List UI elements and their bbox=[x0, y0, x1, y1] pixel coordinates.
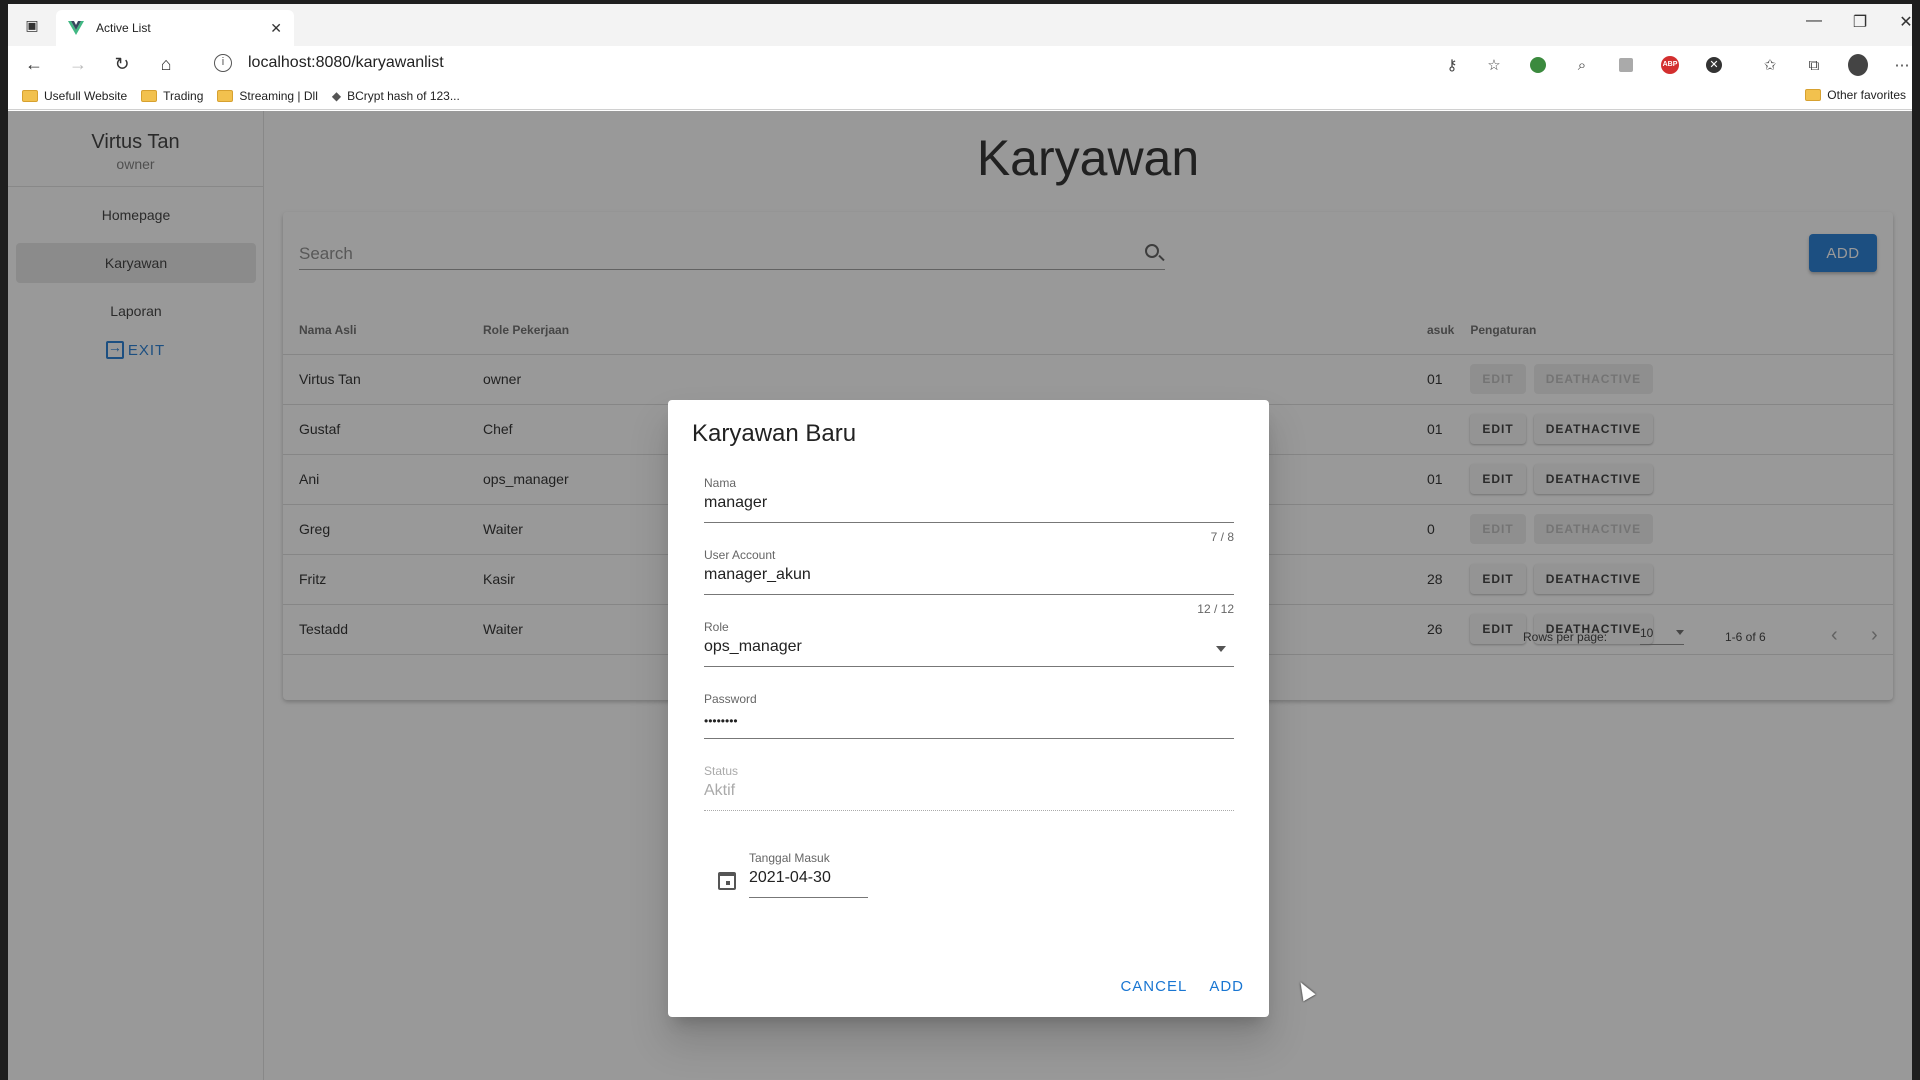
bookmark-trading[interactable]: Trading bbox=[141, 89, 203, 103]
tanggal-masuk-value: 2021-04-30 bbox=[749, 869, 831, 886]
cancel-button[interactable]: CANCEL bbox=[1109, 970, 1198, 1003]
home-icon[interactable]: ⌂ bbox=[148, 49, 184, 79]
tab-actions-icon[interactable]: ▣ bbox=[22, 15, 42, 35]
forward-icon[interactable]: → bbox=[60, 49, 96, 79]
bookmark-bcrypt[interactable]: ◆ BCrypt hash of 123... bbox=[332, 89, 460, 103]
nama-counter: 7 / 8 bbox=[1210, 530, 1234, 544]
address-bar[interactable]: localhost:8080/karyawanlist bbox=[248, 54, 444, 72]
minimize-icon[interactable]: — bbox=[1794, 12, 1834, 30]
window-close-icon[interactable]: ✕ bbox=[1886, 12, 1912, 32]
tanggal-masuk-field[interactable]: Tanggal Masuk 2021-04-30 bbox=[749, 851, 868, 898]
favorites-icon[interactable]: ✩ bbox=[1760, 55, 1780, 75]
password-label: Password bbox=[704, 692, 757, 706]
bird-icon: ◆ bbox=[331, 88, 342, 103]
password-value: •••••••• bbox=[704, 714, 738, 728]
app-root: Virtus Tan owner Homepage Karyawan Lapor… bbox=[8, 111, 1912, 1080]
add-favorite-icon[interactable]: ☆ bbox=[1484, 55, 1504, 75]
other-favorites[interactable]: Other favorites bbox=[1805, 88, 1906, 102]
collections-icon[interactable]: ⧉ bbox=[1804, 55, 1824, 75]
bookmark-usefull-website[interactable]: Usefull Website bbox=[22, 89, 127, 103]
more-menu-icon[interactable]: ⋯ bbox=[1892, 55, 1912, 75]
user-account-counter: 12 / 12 bbox=[1197, 602, 1234, 616]
field-underline bbox=[749, 897, 868, 898]
restore-icon[interactable]: ❐ bbox=[1840, 12, 1880, 32]
dialog-title: Karyawan Baru bbox=[692, 420, 857, 447]
adblock-icon[interactable]: ABP bbox=[1660, 55, 1680, 75]
status-label: Status bbox=[704, 764, 739, 778]
user-account-value: manager_akun bbox=[704, 566, 811, 583]
browser-toolbar: ← → ↻ ⌂ i localhost:8080/karyawanlist ⚷ … bbox=[8, 46, 1912, 82]
folder-icon bbox=[141, 89, 158, 102]
extension-globe-icon[interactable] bbox=[1528, 55, 1548, 75]
bookmarks-bar: Usefull Website Trading Streaming | Dll … bbox=[8, 82, 1912, 110]
key-icon[interactable]: ⚷ bbox=[1442, 55, 1462, 75]
field-underline bbox=[704, 666, 1234, 667]
tab-strip: ▣ Active List ✕ — ❐ ✕ bbox=[8, 4, 1912, 46]
folder-icon bbox=[1805, 89, 1822, 101]
field-underline bbox=[704, 594, 1234, 595]
role-label: Role bbox=[704, 620, 729, 634]
nama-label: Nama bbox=[704, 476, 737, 490]
tab-title: Active List bbox=[96, 21, 151, 35]
new-employee-dialog: Karyawan Baru Nama manager 7 / 8 User Ac… bbox=[668, 400, 1269, 1017]
bookmark-streaming[interactable]: Streaming | Dll bbox=[217, 89, 318, 103]
close-tab-icon[interactable]: ✕ bbox=[270, 20, 282, 37]
folder-icon bbox=[217, 89, 234, 102]
dialog-actions: CANCEL ADD bbox=[1109, 970, 1255, 1003]
back-icon[interactable]: ← bbox=[16, 49, 52, 79]
browser-tab[interactable]: Active List ✕ bbox=[56, 10, 294, 46]
extension-icon[interactable] bbox=[1616, 55, 1636, 75]
nama-field[interactable]: Nama manager 7 / 8 bbox=[704, 476, 1234, 544]
browser-window: ▣ Active List ✕ — ❐ ✕ ← → ↻ ⌂ i localhos… bbox=[8, 4, 1912, 1080]
status-field: Status Aktif bbox=[704, 764, 1234, 811]
add-button[interactable]: ADD bbox=[1198, 970, 1255, 1003]
extension-x-icon[interactable]: ✕ bbox=[1704, 55, 1724, 75]
extension-search-icon[interactable]: ⌕ bbox=[1572, 55, 1592, 75]
field-underline bbox=[704, 810, 1234, 811]
field-underline bbox=[704, 522, 1234, 523]
caret-down-icon bbox=[1216, 646, 1226, 652]
user-account-label: User Account bbox=[704, 548, 776, 562]
calendar-icon[interactable] bbox=[718, 872, 736, 890]
tanggal-masuk-label: Tanggal Masuk bbox=[749, 851, 830, 865]
password-field[interactable]: Password •••••••• bbox=[704, 692, 1234, 739]
status-value: Aktif bbox=[704, 782, 736, 799]
user-account-field[interactable]: User Account manager_akun 12 / 12 bbox=[704, 548, 1234, 616]
nama-value: manager bbox=[704, 494, 768, 511]
role-select[interactable]: Role ops_manager bbox=[704, 620, 1234, 667]
site-info-icon[interactable]: i bbox=[214, 54, 232, 72]
vue-logo-icon bbox=[68, 21, 84, 35]
reload-icon[interactable]: ↻ bbox=[104, 49, 140, 79]
role-value: ops_manager bbox=[704, 638, 802, 655]
folder-icon bbox=[22, 89, 38, 102]
field-underline bbox=[704, 738, 1234, 739]
profile-avatar[interactable] bbox=[1848, 54, 1868, 76]
